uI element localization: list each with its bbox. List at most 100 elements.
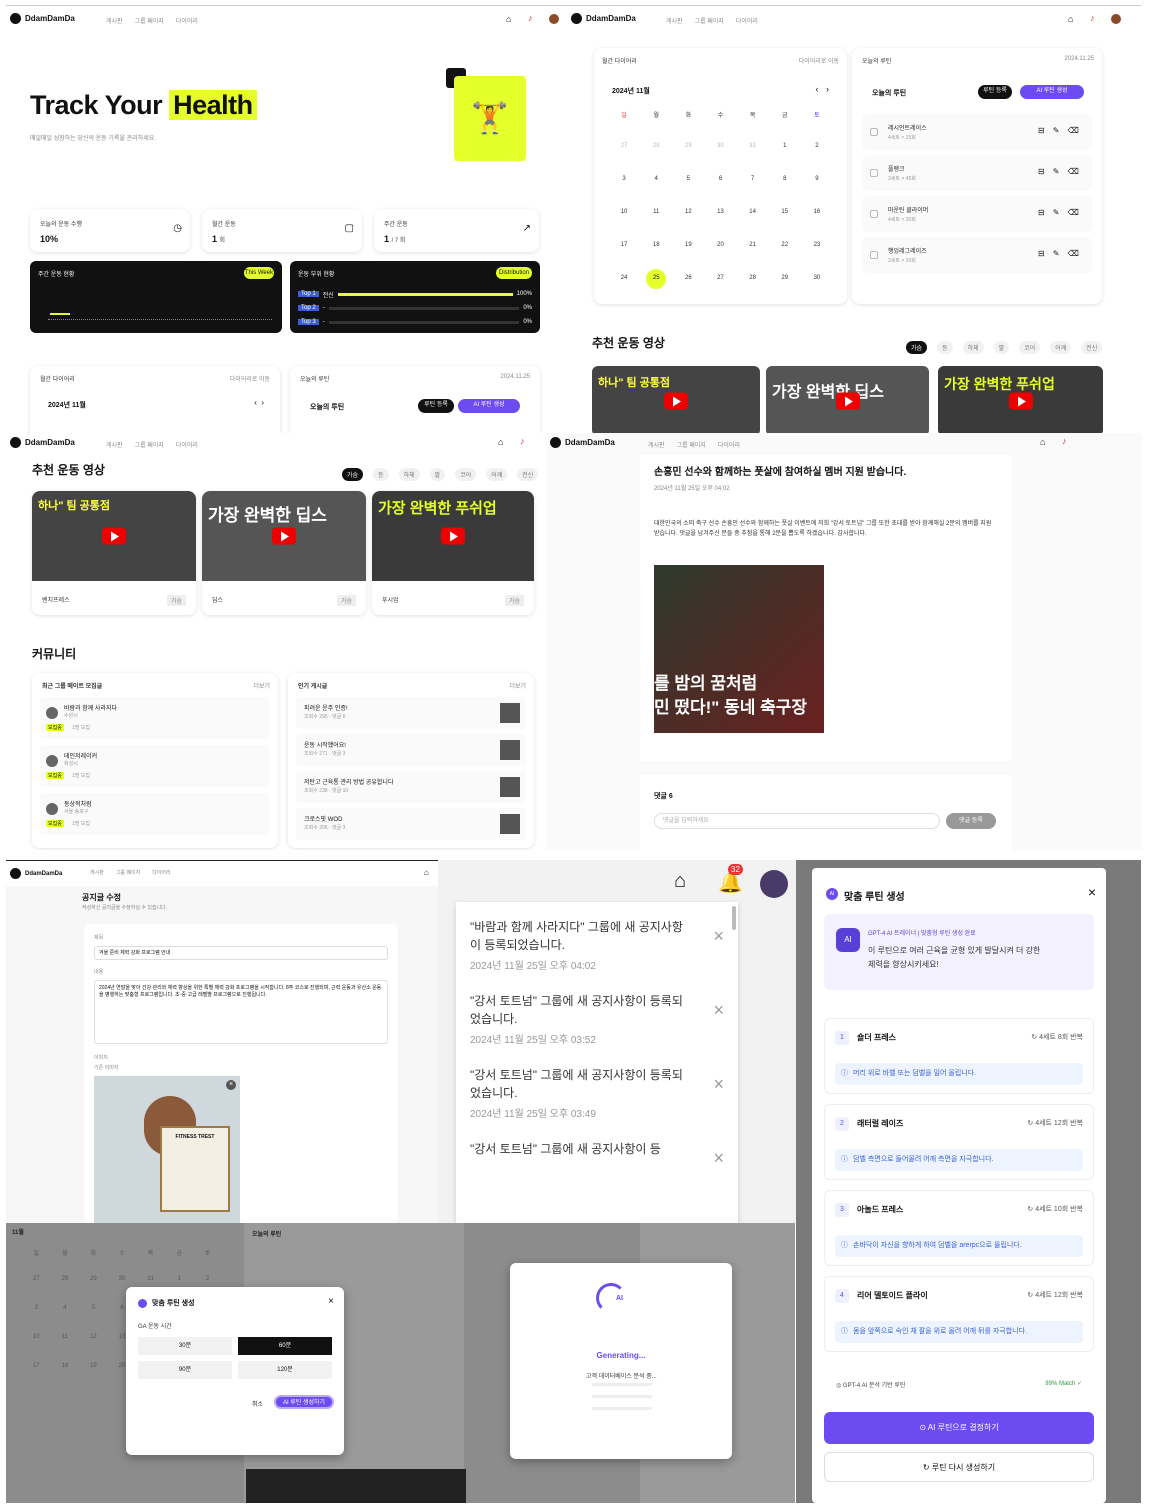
routine-item[interactable]: 플랭크 3세트 × 45회 ⊟ ✎ ⌫ <box>862 155 1092 191</box>
avatar[interactable] <box>760 870 788 898</box>
checkbox[interactable] <box>870 251 878 259</box>
nav-diary[interactable]: 다이어리 <box>176 16 198 25</box>
calendar-day[interactable]: 5 <box>672 163 704 196</box>
calendar-day[interactable]: 3 <box>22 1294 51 1323</box>
app-logo[interactable]: DdamDamDa <box>550 437 615 448</box>
video-thumb[interactable]: 가장 완벽한 푸쉬업 <box>938 366 1103 433</box>
checkbox[interactable] <box>870 128 878 136</box>
calendar-day[interactable]: 16 <box>801 196 833 229</box>
calendar-day[interactable]: 2 <box>801 130 833 163</box>
calendar-day[interactable]: 4 <box>51 1294 80 1323</box>
nav-board[interactable]: 게시판 <box>106 16 123 25</box>
notification-item[interactable]: "강서 토트넘" 그룹에 새 공지사항이 등록되었습니다. 2024년 11월 2… <box>470 1066 724 1136</box>
action-icons[interactable]: ⊟ ✎ ⌫ <box>1038 249 1082 258</box>
calendar-day[interactable]: 7 <box>737 163 769 196</box>
filter-chip[interactable]: 하체 <box>398 468 420 481</box>
group-icon[interactable]: ⌂ <box>506 14 511 24</box>
filter-chip[interactable]: 어깨 <box>486 468 508 481</box>
scrollbar[interactable] <box>732 906 736 930</box>
diary-link[interactable]: 다이어리로 이동 <box>799 56 839 65</box>
routine-item[interactable]: 행잉레그레이즈 3세트 × 10회 ⊟ ✎ ⌫ <box>862 237 1092 273</box>
calendar-day[interactable]: 18 <box>640 229 672 262</box>
comment-submit-button[interactable]: 댓글 등록 <box>946 813 996 829</box>
calendar-day[interactable]: 24 <box>608 262 640 295</box>
close-icon[interactable]: × <box>713 926 724 947</box>
group-icon[interactable]: ⌂ <box>1068 14 1073 24</box>
calendar-day[interactable]: 13 <box>704 196 736 229</box>
close-icon[interactable]: × <box>226 1080 236 1090</box>
filter-chip[interactable]: 코어 <box>455 468 477 481</box>
filter-chip[interactable]: 팔 <box>993 341 1010 354</box>
calendar-day[interactable]: 23 <box>801 229 833 262</box>
more-link[interactable]: 더보기 <box>253 681 270 690</box>
bell-icon[interactable]: ♪ <box>1090 13 1095 23</box>
calendar-day[interactable]: 9 <box>801 163 833 196</box>
close-icon[interactable]: × <box>1088 884 1096 900</box>
group-icon[interactable]: ⌂ <box>1040 437 1045 447</box>
bell-icon[interactable]: ♪ <box>1062 436 1067 446</box>
nav-diary[interactable]: 다이어리 <box>152 869 170 876</box>
nav-group[interactable]: 그룹 페이지 <box>135 16 164 25</box>
filter-chip[interactable]: 코어 <box>1019 341 1041 354</box>
nav-board[interactable]: 게시판 <box>90 869 104 876</box>
calendar-day[interactable]: 22 <box>769 229 801 262</box>
list-item[interactable]: 동상적처럼 서울 송파구 모집중 1명 모집 <box>40 793 270 835</box>
calendar-day[interactable]: 5 <box>79 1294 108 1323</box>
video-card[interactable]: 가장 완벽한 딥스 딥스 가슴 <box>202 491 366 615</box>
calendar-day[interactable]: 4 <box>640 163 672 196</box>
action-icons[interactable]: ⊟ ✎ ⌫ <box>1038 167 1082 176</box>
filter-chip[interactable]: 어깨 <box>1050 341 1072 354</box>
calendar-day[interactable]: 12 <box>672 196 704 229</box>
diary-link[interactable]: 다이어리로 이동 <box>230 374 270 383</box>
calendar-day[interactable]: 3 <box>608 163 640 196</box>
calendar-day[interactable]: 6 <box>704 163 736 196</box>
option-90[interactable]: 90분 <box>138 1361 232 1379</box>
calendar-day[interactable]: 11 <box>640 196 672 229</box>
list-item[interactable]: 저탄고 근육통 관리 방법 공유합니다 조회수 238 · 댓글 10 <box>296 771 526 803</box>
calendar-day[interactable]: 27 <box>22 1265 51 1294</box>
submit-button[interactable]: AI 루틴 생성하기 <box>274 1395 334 1409</box>
add-routine-button[interactable]: 루틴 등록 <box>978 85 1012 99</box>
calendar-day[interactable]: 17 <box>608 229 640 262</box>
nav-board[interactable]: 게시판 <box>106 440 123 449</box>
filter-chip[interactable]: 팔 <box>429 468 446 481</box>
calendar-day[interactable]: 28 <box>640 130 672 163</box>
nav-group[interactable]: 그룹 페이지 <box>116 869 140 876</box>
regenerate-button[interactable]: ↻ 루틴 다시 생성하기 <box>824 1452 1094 1482</box>
calendar-day[interactable]: 19 <box>79 1352 108 1381</box>
calendar-day[interactable]: 25 <box>640 262 672 295</box>
nav-diary[interactable]: 다이어리 <box>718 440 740 449</box>
nav-diary[interactable]: 다이어리 <box>176 440 198 449</box>
list-item[interactable]: 운동 시작했어요! 조회수 271 · 댓글 3 <box>296 734 526 766</box>
list-item[interactable]: 바람과 함께 사라지다 수원시 모집중 1명 모집 <box>40 697 270 739</box>
action-icons[interactable]: ⊟ ✎ ⌫ <box>1038 126 1082 135</box>
video-card[interactable]: 하나" 팀 공통점 벤치프레스 가슴 <box>32 491 196 615</box>
action-icons[interactable]: ⊟ ✎ ⌫ <box>1038 208 1082 217</box>
nav-group[interactable]: 그룹 페이지 <box>135 440 164 449</box>
cancel-button[interactable]: 취소 <box>252 1399 263 1408</box>
title-input[interactable]: 겨울 준비 체력 강화 프로그램 안내 <box>94 946 388 960</box>
notification-item[interactable]: "강서 토트넘" 그룹에 새 공지사항이 등 × <box>470 1140 724 1210</box>
comment-input[interactable]: 댓글을 입력하세요 <box>654 813 940 829</box>
filter-chip[interactable]: 등 <box>373 468 389 481</box>
calendar-day[interactable]: 28 <box>51 1265 80 1294</box>
calendar-day[interactable]: 28 <box>737 262 769 295</box>
calendar-day[interactable]: 26 <box>672 262 704 295</box>
add-routine-button[interactable]: 루틴 등록 <box>418 399 454 413</box>
calendar-day[interactable]: 20 <box>704 229 736 262</box>
ai-routine-button[interactable]: AI 루틴 생성 <box>1020 85 1084 99</box>
calendar-day[interactable]: 10 <box>608 196 640 229</box>
calendar-day[interactable]: 1 <box>769 130 801 163</box>
option-60[interactable]: 60분 <box>238 1337 332 1355</box>
calendar-day[interactable]: 29 <box>769 262 801 295</box>
app-logo[interactable]: DdamDamDa <box>10 437 75 448</box>
routine-item[interactable]: 레시언트레이스 4세트 × 15회 ⊟ ✎ ⌫ <box>862 114 1092 150</box>
filter-chip[interactable]: 가슴 <box>906 341 928 354</box>
calendar-day[interactable]: 30 <box>801 262 833 295</box>
group-icon[interactable]: ⌂ <box>498 437 503 447</box>
filter-chip[interactable]: 가슴 <box>342 468 364 481</box>
calendar-day[interactable]: 15 <box>769 196 801 229</box>
month-nav[interactable]: ‹ › <box>816 84 830 94</box>
close-icon[interactable]: × <box>328 1296 334 1307</box>
filter-chip[interactable]: 전신 <box>517 468 539 481</box>
